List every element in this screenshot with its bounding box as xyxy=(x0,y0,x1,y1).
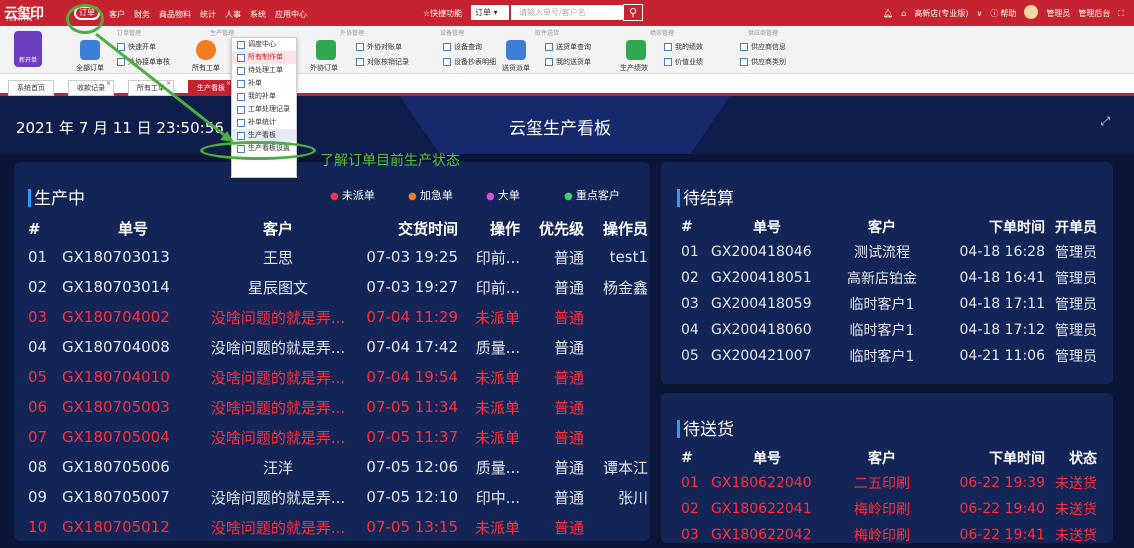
annotation-text: 了解订单目前生产状态 xyxy=(320,153,460,169)
arrow-line xyxy=(95,32,229,140)
annotation-arrow xyxy=(95,32,234,142)
